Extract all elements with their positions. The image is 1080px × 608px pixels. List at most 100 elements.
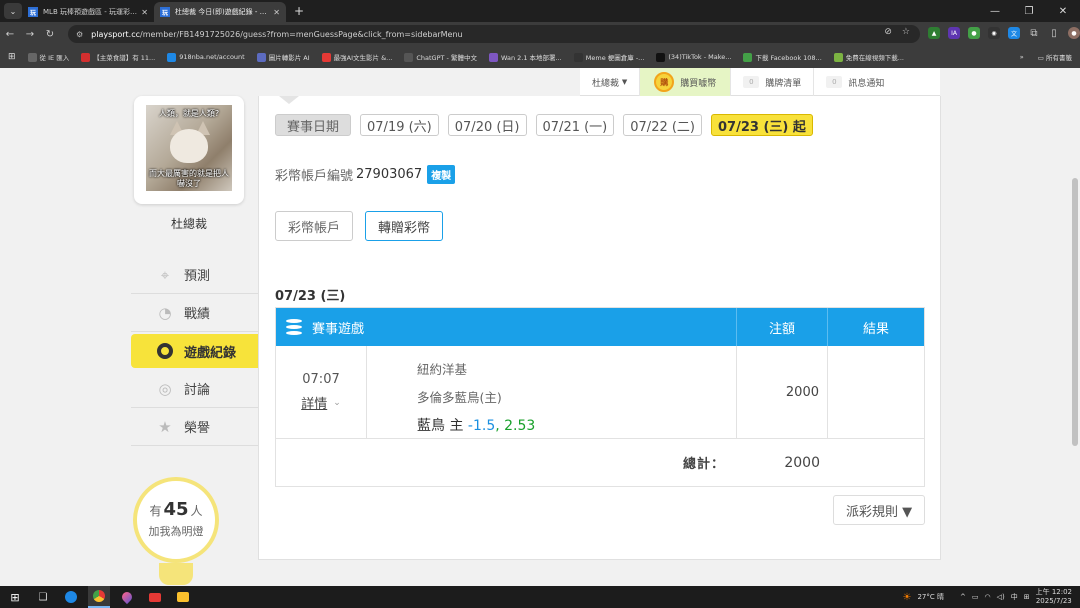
user-menu-name: 杜總裁 (592, 78, 620, 89)
notifications-link[interactable]: 0 訊息通知 (814, 68, 896, 96)
bookmark-label: 從 IE 匯入 (39, 54, 70, 62)
follow-bulb[interactable]: 有 45 人 加我為明燈 (131, 477, 221, 586)
tray-overflow-icon[interactable]: ^ (960, 593, 966, 601)
bookmark-item[interactable]: (34)TikTok - Make... (656, 52, 731, 62)
weather-text[interactable]: 27°C 晴 (917, 592, 944, 602)
close-window-icon[interactable]: ✕ (1046, 0, 1080, 22)
follower-count-text: 有 45 人 (133, 499, 219, 520)
weather-icon: ☀ (902, 591, 912, 603)
sidebar-item-predict[interactable]: ⌖ 預測 (131, 256, 258, 294)
taskbar-clock[interactable]: 上午 12:02 2025/7/23 (1036, 588, 1072, 606)
date-chip-0721[interactable]: 07/21 (一) (535, 114, 615, 136)
payout-rules-button[interactable]: 派彩規則 ▼ (833, 495, 926, 525)
bookmark-label: 918nba.net/account (179, 53, 245, 61)
date-chip-0720[interactable]: 07/20 (日) (447, 114, 527, 136)
date-chip-0719[interactable]: 07/19 (六) (360, 114, 439, 136)
day-title: 07/23 (三) (275, 289, 346, 304)
chrome-icon[interactable] (88, 586, 110, 608)
tempermonkey-extension-icon[interactable]: ◉ (988, 27, 1000, 39)
user-menu[interactable]: 杜總裁 ▼ (580, 68, 641, 96)
database-icon (286, 319, 302, 335)
bookmark-star-icon[interactable]: ☆ (902, 27, 910, 37)
follower-count: 45 (163, 499, 189, 520)
eye-off-icon[interactable]: ⊘ (884, 27, 892, 37)
bookmark-item[interactable]: 下載 Facebook 108... (743, 52, 822, 62)
reload-icon[interactable]: ↻ (40, 29, 60, 40)
total-label: 總計： (682, 457, 725, 472)
sidebar-item-record[interactable]: ◔ 戰績 (131, 294, 258, 332)
back-icon[interactable]: ← (0, 29, 20, 40)
ring-icon (156, 342, 174, 360)
ime-indicator[interactable]: 中 (1011, 592, 1018, 602)
volume-icon[interactable]: ◁) (997, 593, 1005, 601)
profile-avatar-icon[interactable]: ● (1068, 27, 1080, 39)
scrollbar-thumb[interactable] (1072, 178, 1078, 446)
tab-search-button[interactable]: ⌄ (4, 3, 22, 19)
drop-shape (119, 589, 135, 605)
cat-face-shape (170, 129, 208, 163)
bookmark-favicon-icon (488, 52, 498, 62)
network-icon[interactable]: ▭ (972, 593, 979, 601)
sidebar-item-honor[interactable]: ★ 榮譽 (131, 408, 258, 446)
windows-start-icon[interactable]: ⊞ (4, 586, 26, 608)
all-bookmarks-folder[interactable]: ▭ 所有書籤 (1038, 52, 1072, 62)
wifi-icon[interactable]: ◠ (984, 593, 990, 601)
extensions-puzzle-icon[interactable]: ⧉ (1028, 27, 1040, 39)
url-path: /member/FB1491725026/guess?from=menGuess… (140, 29, 463, 39)
sidebar-panel-icon[interactable]: ▯ (1048, 27, 1060, 39)
sidebar-item-discuss[interactable]: ◎ 討論 (131, 370, 258, 408)
drop-app-icon[interactable] (116, 586, 138, 608)
sidebar-item-game-log[interactable]: 遊戲紀錄 (131, 334, 266, 368)
date-chip-0722[interactable]: 07/22 (二) (623, 114, 703, 136)
translate-extension-icon[interactable]: 文 (1008, 27, 1020, 39)
cart-list-link[interactable]: 0 購牌清單 (731, 68, 815, 96)
task-view-icon[interactable]: ❑ (32, 586, 54, 608)
ime-mode-icon[interactable]: ⊞ (1024, 593, 1030, 601)
bookmark-item[interactable]: Meme 梗圖倉庫 -... (573, 52, 644, 62)
url-input[interactable]: ⚙ playsport.cc/member/FB1491725026/guess… (68, 25, 920, 43)
tab-close-icon[interactable]: ✕ (273, 8, 280, 17)
pick-team: 藍鳥 主 (417, 418, 464, 434)
coin-account-button[interactable]: 彩幣帳戶 (275, 211, 354, 241)
green-extension-icon[interactable]: ● (968, 27, 980, 39)
apps-grid-icon[interactable]: ⊞ (8, 52, 16, 62)
tab-close-icon[interactable]: ✕ (141, 8, 148, 17)
bookmark-item[interactable]: 最強AI文生影片 &... (321, 52, 392, 62)
bookmark-item[interactable]: 【主菜食譜】有 11... (81, 52, 155, 62)
transfer-coins-button[interactable]: 轉贈彩幣 (365, 211, 444, 241)
browser-tab-1[interactable]: 玩 MLB 玩棒預遊戲區 - 玩運彩 台... ✕ (22, 2, 154, 22)
avatar-card[interactable]: 人類，就是人類? 而大最厲害的就是把人嚇沒了 (134, 96, 244, 204)
ia-extension-icon[interactable]: IA (948, 27, 960, 39)
browser-tab-2[interactable]: 玩 杜總裁 今日(即)遊戲紀錄 - 玩運... ✕ (154, 2, 286, 22)
sidebar-menu: ⌖ 預測 ◔ 戰績 遊戲紀錄 ◎ 討論 ★ 榮譽 (131, 256, 266, 446)
bookmarks-overflow-button[interactable]: » (1020, 53, 1024, 61)
copy-button[interactable]: 複製 (427, 165, 456, 184)
buy-coins-button[interactable]: 購 購買噱幣 (640, 68, 732, 96)
restore-icon[interactable]: ❐ (1012, 0, 1046, 22)
site-info-icon[interactable]: ⚙ (76, 30, 83, 39)
folder-shape (177, 592, 189, 602)
bookmark-favicon-icon (404, 52, 414, 62)
sidebar-item-label: 預測 (184, 269, 211, 284)
minimize-icon[interactable]: — (978, 0, 1012, 22)
extensions-row: ▲ IA ● ◉ 文 ⧉ ▯ ● ⋮ (928, 27, 1080, 39)
forward-icon[interactable]: → (20, 29, 40, 40)
bookmark-item[interactable]: ChatGPT - 繁體中文 (404, 52, 477, 62)
bookmark-item[interactable]: 從 IE 匯入 (27, 52, 70, 62)
detail-toggle[interactable]: 詳情 ⌄ (301, 393, 341, 412)
file-explorer-icon[interactable] (172, 586, 194, 608)
bookmark-item[interactable]: 免費在線視頻下載... (833, 52, 904, 62)
drive-extension-icon[interactable]: ▲ (928, 27, 940, 39)
date-chip-0723[interactable]: 07/23 (三) 起 (711, 114, 813, 136)
result-cell (828, 346, 924, 438)
youtube-icon[interactable] (144, 586, 166, 608)
bookmark-item[interactable]: Wan 2.1 本地部署... (488, 52, 562, 62)
bookmark-item[interactable]: 918nba.net/account (167, 52, 245, 62)
bookmarks-bar: ⊞ 從 IE 匯入 【主菜食譜】有 11... 918nba.net/account… (0, 46, 1080, 68)
address-bar-row: ← → ↻ ⚙ playsport.cc/member/FB1491725026… (0, 22, 1080, 46)
bookmark-item[interactable]: 圖片轉影片 AI (256, 52, 310, 62)
bookmark-favicon-icon (321, 52, 331, 62)
chat-icon: ◎ (158, 379, 172, 398)
new-tab-button[interactable]: + (294, 4, 304, 18)
edge-icon[interactable] (60, 586, 82, 608)
